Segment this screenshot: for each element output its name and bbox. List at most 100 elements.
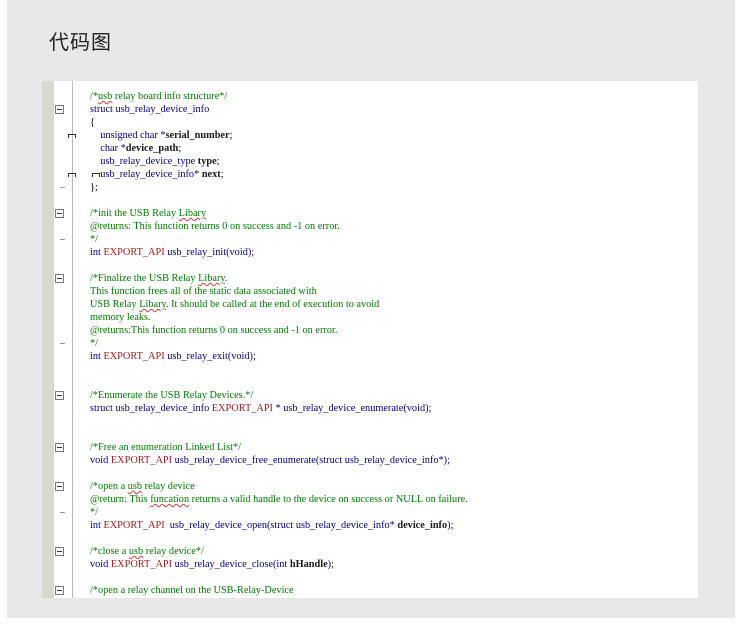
code-token: }; xyxy=(90,182,98,193)
fold-toggle-icon[interactable] xyxy=(55,391,64,400)
code-line: USB Relay Libary. It should be called at… xyxy=(90,298,698,311)
fold-toggle-icon[interactable] xyxy=(55,443,64,452)
code-token: usb_relay_exit(void); xyxy=(164,351,256,362)
code-token: * usb_relay_device_enumerate(void); xyxy=(272,403,432,414)
code-token: /*open a xyxy=(90,481,128,492)
code-token: int xyxy=(90,247,104,258)
fold-toggle-icon[interactable] xyxy=(55,482,64,491)
code-token: */ xyxy=(90,338,99,349)
code-token: relay device*/ xyxy=(143,546,204,557)
code-token: ; xyxy=(216,156,220,167)
code-line: unsigned char *serial_number; xyxy=(90,129,698,142)
editor-gutter xyxy=(42,81,54,598)
fold-margin xyxy=(54,81,90,598)
code-token: serial_number xyxy=(165,130,230,141)
fold-end-tick xyxy=(60,512,65,513)
code-line: */ xyxy=(90,506,698,519)
code-token: int xyxy=(90,351,104,362)
fold-guide-line xyxy=(72,81,73,598)
code-token: void xyxy=(90,455,111,466)
code-token: EXPORT_API xyxy=(103,520,165,531)
code-token: . It should be called at the end of exec… xyxy=(165,299,380,310)
code-token: . xyxy=(224,273,228,284)
fold-end-tick xyxy=(60,343,65,344)
code-line: void EXPORT_API usb_relay_device_close(i… xyxy=(90,558,698,571)
fold-toggle-icon[interactable] xyxy=(55,209,64,218)
fold-toggle-icon[interactable] xyxy=(55,586,64,595)
code-token: usb xyxy=(128,546,144,557)
code-line: /*usb relay board info structure*/ xyxy=(90,90,698,103)
code-token: ; xyxy=(178,143,182,154)
code-token: EXPORT_API xyxy=(103,247,165,258)
code-token: next xyxy=(201,169,221,180)
code-token: /*init the USB Relay xyxy=(90,208,179,219)
code-token: @return: This xyxy=(90,494,151,505)
code-token: Libary xyxy=(139,299,166,310)
code-token: */ xyxy=(90,507,99,518)
code-line: usb_relay_device_type type; xyxy=(90,155,698,168)
code-token: returns a valid handle to the device on … xyxy=(189,494,468,505)
code-line: /*close a usb relay device*/ xyxy=(90,545,698,558)
code-line: }; xyxy=(90,181,698,194)
code-token: This function frees all of the static da… xyxy=(90,286,317,297)
code-token: usb_relay_init(void); xyxy=(164,247,255,258)
code-line: { xyxy=(90,116,698,129)
code-line: void EXPORT_API usb_relay_device_free_en… xyxy=(90,454,698,467)
code-line: /*Enumerate the USB Relay Devices.*/ xyxy=(90,389,698,402)
code-screenshot: /*usb relay board info structure*/struct… xyxy=(42,81,698,598)
code-token: funcation xyxy=(150,494,190,505)
code-token: /*open a relay channel on the USB-Relay-… xyxy=(90,585,294,596)
code-line: usb_relay_device_info* next; xyxy=(90,168,698,181)
page-title: 代码图 xyxy=(49,30,112,54)
code-line: /*init the USB Relay Libary xyxy=(90,207,698,220)
code-line: /*Free an enumeration Linked List*/ xyxy=(90,441,698,454)
code-line: */ xyxy=(90,233,698,246)
code-token: /*Free an enumeration Linked List*/ xyxy=(90,442,241,453)
code-token: hHandle xyxy=(289,559,328,570)
code-token: usb xyxy=(98,91,113,102)
code-token: EXPORT_API xyxy=(211,403,273,414)
code-token: struct usb_relay_device_info xyxy=(90,104,210,115)
code-line: char *device_path; xyxy=(90,142,698,155)
code-line: struct usb_relay_device_info EXPORT_API … xyxy=(90,402,698,415)
code-body: /*usb relay board info structure*/struct… xyxy=(90,90,698,597)
code-token: /* xyxy=(90,91,99,102)
code-token: usb xyxy=(127,481,143,492)
code-line: /*Finalize the USB Relay Libary. xyxy=(90,272,698,285)
code-line: This function frees all of the static da… xyxy=(90,285,698,298)
code-line: int EXPORT_API usb_relay_init(void); xyxy=(90,246,698,259)
code-token: relay device xyxy=(142,481,195,492)
code-token: device_info xyxy=(397,520,448,531)
bookmark-icon xyxy=(68,173,76,177)
code-token: ; xyxy=(220,169,224,180)
code-token: usb_relay_device_close(int xyxy=(172,559,290,570)
code-token: ); xyxy=(447,520,454,531)
code-token: void xyxy=(90,559,111,570)
fold-end-tick xyxy=(60,187,65,188)
fold-toggle-icon[interactable] xyxy=(55,274,64,283)
code-token: Libary xyxy=(178,208,207,219)
code-token: type xyxy=(197,156,217,167)
code-line: int EXPORT_API usb_relay_exit(void); xyxy=(90,350,698,363)
code-token: /*Finalize the USB Relay xyxy=(90,273,199,284)
code-line: /*open a relay channel on the USB-Relay-… xyxy=(90,584,698,597)
code-token: usb_relay_device_open(struct usb_relay_d… xyxy=(164,520,398,531)
code-line: @returns:This function returns 0 on succ… xyxy=(90,324,698,337)
code-token: EXPORT_API xyxy=(110,559,173,570)
fold-toggle-icon[interactable] xyxy=(55,547,64,556)
code-token: memory leaks. xyxy=(90,312,151,323)
code-token: EXPORT_API xyxy=(110,455,173,466)
code-token: Libary xyxy=(198,273,225,284)
fold-toggle-icon[interactable] xyxy=(55,105,64,114)
code-line: memory leaks. xyxy=(90,311,698,324)
code-token: @returns: This function returns 0 on suc… xyxy=(90,221,340,232)
code-token: char * xyxy=(90,143,126,154)
